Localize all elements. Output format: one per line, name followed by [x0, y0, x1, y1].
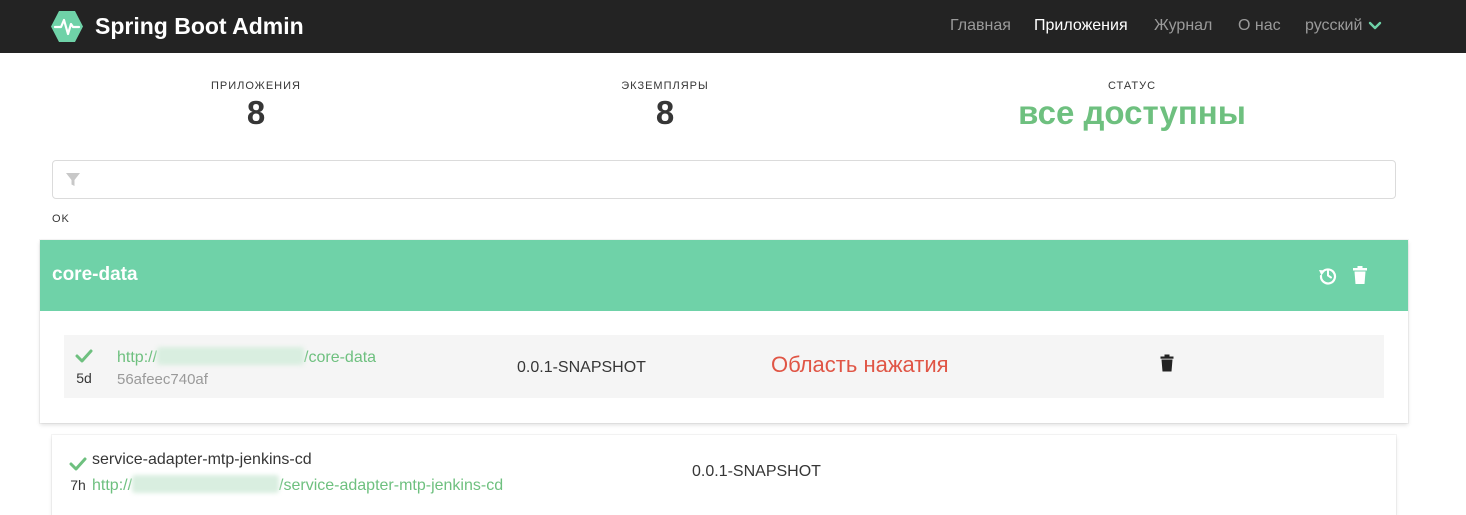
application-card-header[interactable]: core-data — [40, 240, 1408, 311]
stat-applications-value: 8 — [246, 94, 266, 131]
check-icon — [75, 349, 93, 363]
instance-version: 0.0.1-SNAPSHOT — [517, 359, 646, 376]
stat-instances-label: ЭКЗЕМПЛЯРЫ — [621, 80, 709, 92]
stat-status-label: СТАТУС — [1107, 80, 1157, 92]
filter-icon — [66, 173, 80, 186]
language-selector[interactable]: русский — [1305, 16, 1382, 36]
language-label: русский — [1305, 17, 1363, 34]
chevron-down-icon — [1369, 21, 1382, 30]
application2-name: service-adapter-mtp-jenkins-cd — [92, 451, 312, 468]
application-name: core-data — [52, 264, 138, 285]
check-icon — [69, 457, 87, 471]
redacted-host — [132, 475, 280, 493]
stat-status-value: все доступны — [1018, 94, 1246, 131]
brand-title: Spring Boot Admin — [95, 13, 304, 39]
group-label: OK — [52, 213, 70, 225]
stat-instances-value: 8 — [655, 94, 675, 131]
nav-about[interactable]: О нас — [1238, 16, 1281, 36]
application-card: core-data 5d http:// /core-data 56afeec74… — [40, 240, 1408, 423]
instance-url-suffix: /core-data — [304, 349, 377, 366]
redacted-host — [157, 347, 305, 365]
application2-age: 7h — [70, 477, 86, 493]
history-icon[interactable] — [1318, 265, 1338, 285]
instance-trash-icon[interactable] — [1159, 354, 1175, 372]
filter-input[interactable] — [93, 161, 1387, 200]
application2-status: 7h — [68, 457, 88, 493]
heartbeat-logo-icon — [51, 11, 83, 42]
nav-home[interactable]: Главная — [950, 16, 1011, 36]
brand[interactable]: Spring Boot Admin — [50, 10, 304, 43]
stat-applications-label: ПРИЛОЖЕНИЯ — [211, 80, 301, 92]
nav-applications[interactable]: Приложения — [1034, 16, 1128, 36]
top-navbar: Spring Boot Admin Главная Приложения Жур… — [0, 0, 1466, 53]
instance-url-link[interactable]: http:// /core-data — [117, 347, 376, 367]
application2-url-suffix: /service-adapter-mtp-jenkins-cd — [279, 477, 504, 494]
application2-url-link[interactable]: http:// /service-adapter-mtp-jenkins-cd — [92, 475, 503, 495]
application-card-2[interactable]: 7h service-adapter-mtp-jenkins-cd http:/… — [52, 435, 1396, 515]
instance-row[interactable]: 5d http:// /core-data 56afeec740af 0.0.1-… — [64, 335, 1384, 398]
instance-age: 5d — [76, 370, 92, 386]
instance-status: 5d — [72, 349, 96, 386]
nav-journal[interactable]: Журнал — [1154, 16, 1212, 36]
stat-status: СТАТУС все доступны — [982, 80, 1282, 132]
instance-url-prefix: http:// — [117, 349, 158, 366]
application2-version: 0.0.1-SNAPSHOT — [692, 463, 821, 480]
application2-url-prefix: http:// — [92, 477, 133, 494]
stat-instances: ЭКЗЕМПЛЯРЫ 8 — [515, 80, 815, 132]
trash-icon[interactable] — [1350, 265, 1370, 285]
stat-applications: ПРИЛОЖЕНИЯ 8 — [106, 80, 406, 132]
instance-id: 56afeec740af — [117, 371, 208, 388]
filter-box — [52, 160, 1396, 200]
click-area-label[interactable]: Область нажатия — [771, 352, 949, 378]
